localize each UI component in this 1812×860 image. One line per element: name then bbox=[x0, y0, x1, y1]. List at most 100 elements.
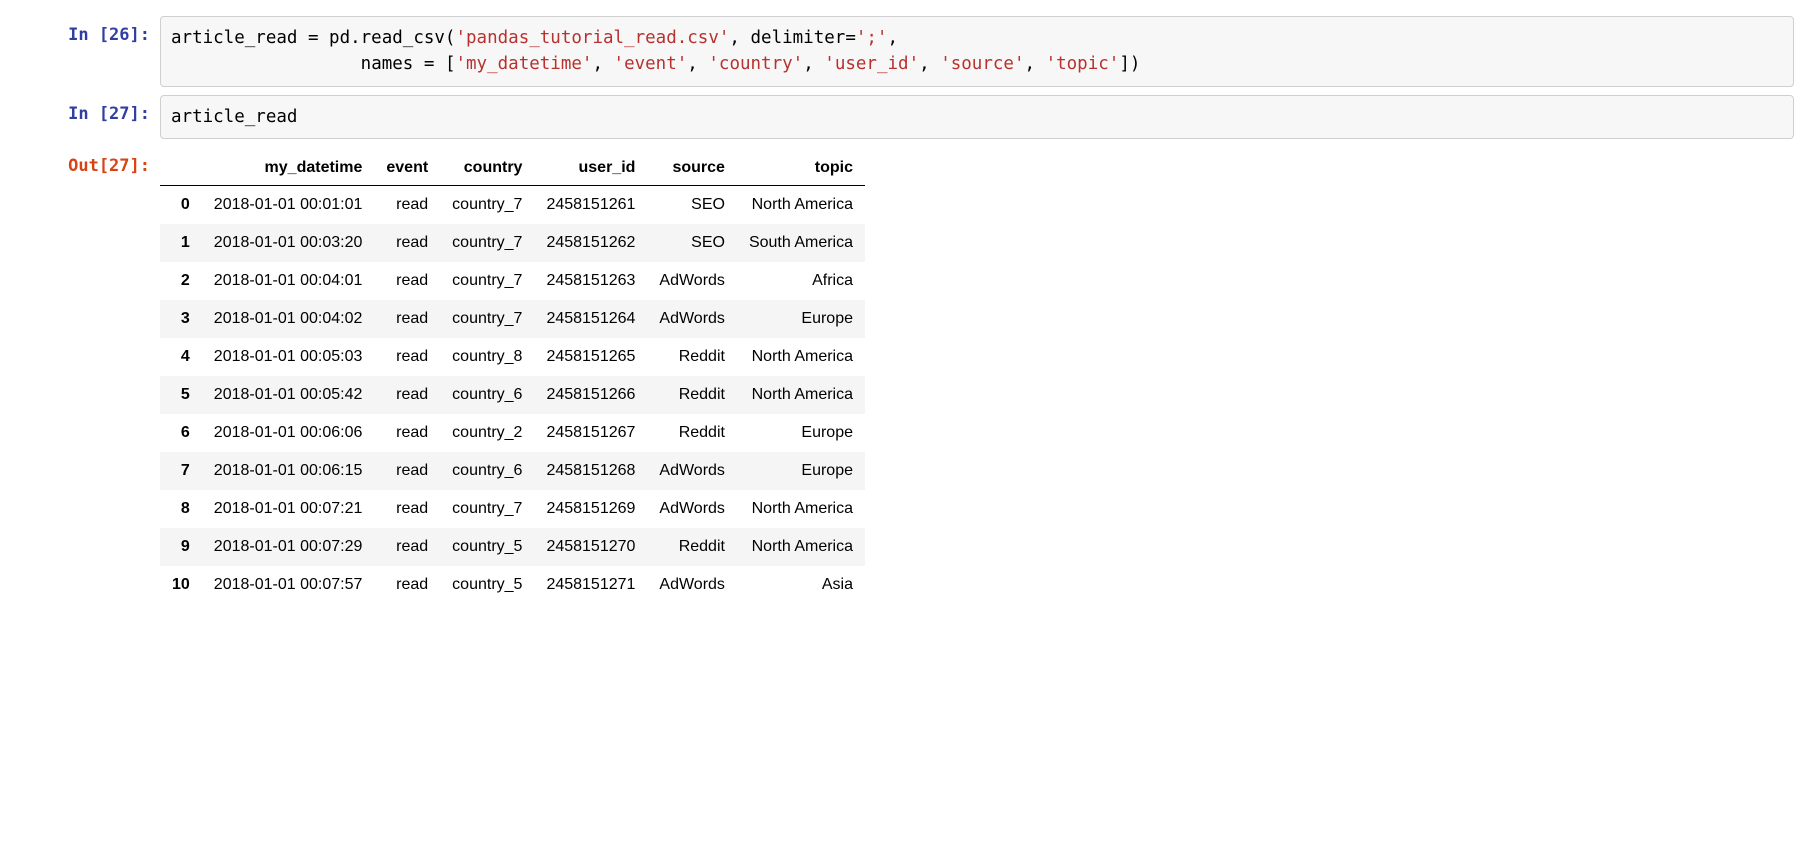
table-row: 12018-01-01 00:03:20readcountry_72458151… bbox=[160, 224, 865, 262]
table-cell: 2018-01-01 00:07:57 bbox=[202, 566, 375, 604]
column-header: my_datetime bbox=[202, 151, 375, 186]
table-row: 02018-01-01 00:01:01readcountry_72458151… bbox=[160, 185, 865, 224]
column-header: event bbox=[374, 151, 440, 186]
table-cell: read bbox=[374, 300, 440, 338]
table-cell: 2458151266 bbox=[534, 376, 647, 414]
table-cell: 2018-01-01 00:06:15 bbox=[202, 452, 375, 490]
code-token: ';' bbox=[856, 28, 888, 48]
code-token: 'event' bbox=[614, 54, 688, 74]
table-cell: North America bbox=[737, 338, 865, 376]
table-cell: read bbox=[374, 452, 440, 490]
table-cell: 2458151262 bbox=[534, 224, 647, 262]
input-prompt-26: In [26]: bbox=[0, 16, 160, 46]
table-cell: AdWords bbox=[647, 262, 737, 300]
table-cell: country_6 bbox=[440, 452, 534, 490]
table-cell: 2458151268 bbox=[534, 452, 647, 490]
table-cell: South America bbox=[737, 224, 865, 262]
table-cell: read bbox=[374, 376, 440, 414]
table-cell: 2458151264 bbox=[534, 300, 647, 338]
output-prompt-27: Out[27]: bbox=[0, 147, 160, 177]
code-token: 'country' bbox=[708, 54, 803, 74]
table-cell: 2458151270 bbox=[534, 528, 647, 566]
table-cell: 2018-01-01 00:07:29 bbox=[202, 528, 375, 566]
code-input-27[interactable]: article_read bbox=[160, 95, 1794, 139]
code-token: , bbox=[887, 28, 898, 48]
table-row: 92018-01-01 00:07:29readcountry_52458151… bbox=[160, 528, 865, 566]
table-cell: 2458151265 bbox=[534, 338, 647, 376]
code-token bbox=[171, 54, 361, 74]
row-index: 2 bbox=[160, 262, 202, 300]
table-cell: country_5 bbox=[440, 566, 534, 604]
table-cell: Europe bbox=[737, 452, 865, 490]
table-cell: AdWords bbox=[647, 490, 737, 528]
table-cell: 2018-01-01 00:07:21 bbox=[202, 490, 375, 528]
code-token: 'my_datetime' bbox=[455, 54, 592, 74]
table-cell: country_7 bbox=[440, 224, 534, 262]
table-cell: Reddit bbox=[647, 528, 737, 566]
table-cell: read bbox=[374, 262, 440, 300]
row-index: 3 bbox=[160, 300, 202, 338]
table-cell: 2018-01-01 00:01:01 bbox=[202, 185, 375, 224]
table-corner-header bbox=[160, 151, 202, 186]
table-row: 62018-01-01 00:06:06readcountry_22458151… bbox=[160, 414, 865, 452]
table-cell: AdWords bbox=[647, 300, 737, 338]
column-header: source bbox=[647, 151, 737, 186]
table-cell: Reddit bbox=[647, 414, 737, 452]
table-cell: country_8 bbox=[440, 338, 534, 376]
table-cell: Reddit bbox=[647, 376, 737, 414]
table-cell: read bbox=[374, 528, 440, 566]
table-cell: North America bbox=[737, 528, 865, 566]
table-cell: country_7 bbox=[440, 300, 534, 338]
code-token: , bbox=[803, 54, 824, 74]
table-cell: read bbox=[374, 490, 440, 528]
table-cell: Europe bbox=[737, 300, 865, 338]
column-header: topic bbox=[737, 151, 865, 186]
table-cell: country_2 bbox=[440, 414, 534, 452]
code-input-26[interactable]: article_read = pd.read_csv('pandas_tutor… bbox=[160, 16, 1794, 87]
row-index: 1 bbox=[160, 224, 202, 262]
table-cell: SEO bbox=[647, 224, 737, 262]
table-cell: 2018-01-01 00:05:03 bbox=[202, 338, 375, 376]
row-index: 4 bbox=[160, 338, 202, 376]
table-cell: Asia bbox=[737, 566, 865, 604]
table-cell: Africa bbox=[737, 262, 865, 300]
code-cell-27: In [27]: article_read bbox=[0, 95, 1812, 139]
table-cell: read bbox=[374, 224, 440, 262]
table-cell: 2018-01-01 00:04:02 bbox=[202, 300, 375, 338]
row-index: 9 bbox=[160, 528, 202, 566]
table-row: 52018-01-01 00:05:42readcountry_62458151… bbox=[160, 376, 865, 414]
code-token: , bbox=[1024, 54, 1045, 74]
table-cell: read bbox=[374, 185, 440, 224]
table-cell: Europe bbox=[737, 414, 865, 452]
row-index: 6 bbox=[160, 414, 202, 452]
code-cell-26: In [26]: article_read = pd.read_csv('pan… bbox=[0, 16, 1812, 87]
table-cell: North America bbox=[737, 490, 865, 528]
table-cell: country_7 bbox=[440, 490, 534, 528]
table-cell: country_5 bbox=[440, 528, 534, 566]
output-cell-27: Out[27]: my_datetimeeventcountryuser_ids… bbox=[0, 147, 1812, 604]
code-token: , bbox=[687, 54, 708, 74]
table-row: 32018-01-01 00:04:02readcountry_72458151… bbox=[160, 300, 865, 338]
table-cell: country_6 bbox=[440, 376, 534, 414]
input-prompt-27: In [27]: bbox=[0, 95, 160, 125]
code-token: , delimiter= bbox=[729, 28, 855, 48]
table-cell: read bbox=[374, 338, 440, 376]
table-cell: North America bbox=[737, 185, 865, 224]
row-index: 8 bbox=[160, 490, 202, 528]
table-row: 82018-01-01 00:07:21readcountry_72458151… bbox=[160, 490, 865, 528]
code-token: names = [ bbox=[361, 54, 456, 74]
table-cell: 2018-01-01 00:05:42 bbox=[202, 376, 375, 414]
output-area-27: my_datetimeeventcountryuser_idsourcetopi… bbox=[160, 147, 1794, 604]
row-index: 5 bbox=[160, 376, 202, 414]
table-row: 22018-01-01 00:04:01readcountry_72458151… bbox=[160, 262, 865, 300]
column-header: country bbox=[440, 151, 534, 186]
table-cell: 2018-01-01 00:06:06 bbox=[202, 414, 375, 452]
table-cell: 2458151261 bbox=[534, 185, 647, 224]
row-index: 10 bbox=[160, 566, 202, 604]
code-token: 'pandas_tutorial_read.csv' bbox=[455, 28, 729, 48]
table-cell: 2458151269 bbox=[534, 490, 647, 528]
code-token: 'source' bbox=[940, 54, 1024, 74]
code-token: article_read = pd.read_csv( bbox=[171, 28, 455, 48]
code-token: 'user_id' bbox=[824, 54, 919, 74]
table-header-row: my_datetimeeventcountryuser_idsourcetopi… bbox=[160, 151, 865, 186]
